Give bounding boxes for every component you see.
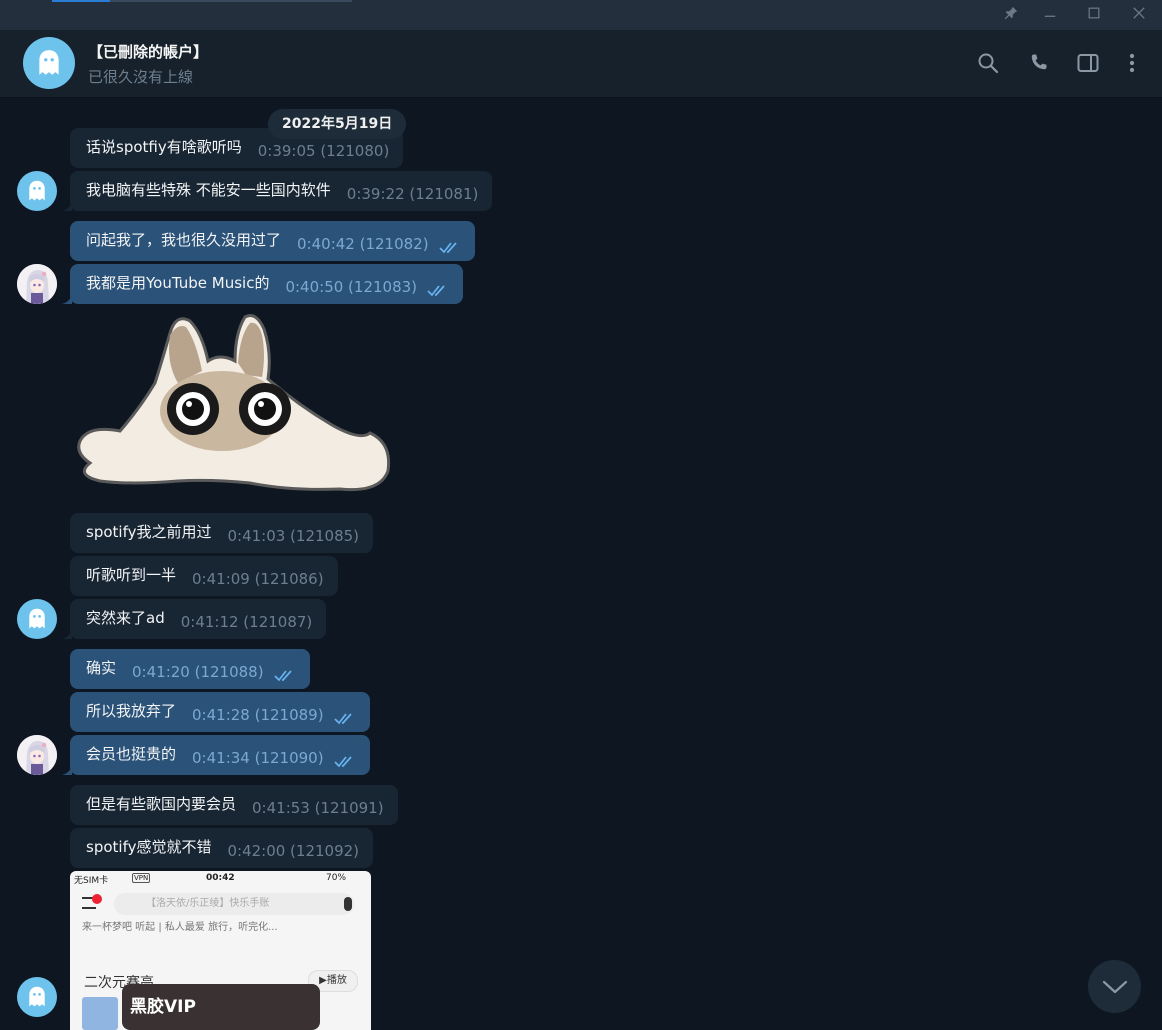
- message-text: spotify我之前用过: [86, 522, 212, 541]
- message-bubble[interactable]: 突然来了ad 0:41:12 (121087): [70, 599, 327, 639]
- chat-title[interactable]: 【已刪除的帳户】: [88, 41, 208, 62]
- bubble-tail: [62, 765, 72, 775]
- more-vertical-icon[interactable]: [1119, 50, 1145, 76]
- notification-badge: [92, 894, 102, 904]
- sidebar-toggle-icon[interactable]: [1075, 50, 1101, 76]
- my-avatar[interactable]: [17, 735, 57, 775]
- message-text: 但是有些歌国内要会员: [86, 794, 237, 813]
- message-text: 会员也挺贵的: [86, 744, 177, 763]
- message-timestamp: 0:41:20 (121088): [132, 663, 264, 681]
- message-bubble[interactable]: 所以我放弃了 0:41:28 (121089): [70, 692, 370, 732]
- message-timestamp: 0:41:53 (121091): [252, 799, 384, 817]
- message-timestamp: 0:41:09 (121086): [192, 570, 324, 588]
- message-bubble[interactable]: 听歌听到一半 0:41:09 (121086): [70, 556, 338, 596]
- message-timestamp: 0:41:03 (121085): [227, 527, 360, 545]
- anime-girl-avatar-icon: [17, 735, 57, 775]
- message-text: 所以我放弃了: [86, 701, 177, 720]
- message-text: 问起我了，我也很久没用过了: [86, 230, 282, 249]
- vip-banner: 黑胶VIP: [122, 984, 320, 1030]
- message-text: 话说spotfiy有啥歌听吗: [86, 137, 242, 156]
- message-bubble[interactable]: 我电脑有些特殊 不能安一些国内软件 0:39:22 (121081): [70, 171, 493, 211]
- message-bubble[interactable]: spotify感觉就不错 0:42:00 (121092): [70, 828, 374, 868]
- date-separator: 2022年5月19日: [268, 109, 407, 139]
- ghost-icon: [29, 986, 45, 1007]
- message-timestamp: 0:41:34 (121090): [192, 749, 324, 767]
- maximize-icon[interactable]: [1085, 6, 1103, 24]
- message-text: spotify感觉就不错: [86, 837, 212, 856]
- vpn-badge: VPN: [132, 873, 151, 883]
- phone-status-bar: 无SIM卡 VPN 00:42 70%: [70, 871, 371, 887]
- my-avatar[interactable]: [17, 264, 57, 304]
- microphone-icon: [344, 897, 352, 911]
- ghost-icon: [29, 608, 45, 629]
- phone-icon[interactable]: [1026, 50, 1052, 76]
- chevron-down-icon: [1102, 980, 1127, 993]
- bubble-tail: [62, 201, 72, 211]
- message-bubble[interactable]: 确实 0:41:20 (121088): [70, 649, 310, 689]
- ghost-icon: [29, 180, 45, 201]
- message-text: 突然来了ad: [86, 608, 165, 627]
- tab-strip: [52, 0, 352, 2]
- sender-avatar[interactable]: [17, 599, 57, 639]
- message-text: 我电脑有些特殊 不能安一些国内软件: [86, 180, 331, 199]
- message-bubble[interactable]: 但是有些歌国内要会员 0:41:53 (121091): [70, 785, 398, 825]
- message-timestamp: 0:42:00 (121092): [227, 842, 360, 860]
- last-seen-status: 已很久沒有上線: [88, 68, 194, 86]
- sender-avatar[interactable]: [17, 977, 57, 1017]
- message-text: 听歌听到一半: [86, 565, 177, 584]
- search-icon[interactable]: [975, 50, 1001, 76]
- read-checkmarks-icon: [438, 239, 461, 254]
- screenshot-image[interactable]: 无SIM卡 VPN 00:42 70% 【洛天依/乐正绫】快乐手账 来一杯梦吧 …: [70, 871, 371, 1030]
- message-timestamp: 0:39:05 (121080): [257, 142, 390, 160]
- message-timestamp: 0:39:22 (121081): [346, 185, 479, 203]
- phone-time: 00:42: [206, 873, 235, 883]
- message-bubble[interactable]: spotify我之前用过 0:41:03 (121085): [70, 513, 374, 553]
- message-bubble[interactable]: 会员也挺贵的 0:41:34 (121090): [70, 735, 370, 775]
- message-timestamp: 0:41:28 (121089): [192, 706, 324, 724]
- message-bubble[interactable]: 我都是用YouTube Music的 0:40:50 (121083): [70, 264, 464, 304]
- contact-avatar[interactable]: [23, 37, 75, 89]
- cat-blob-sticker-icon: [77, 314, 391, 492]
- minimize-icon[interactable]: [1041, 6, 1059, 24]
- pin-icon[interactable]: [1002, 6, 1020, 24]
- sender-avatar[interactable]: [17, 171, 57, 211]
- active-tab-indicator: [52, 0, 110, 2]
- read-checkmarks-icon: [333, 753, 356, 768]
- anime-girl-avatar-icon: [17, 264, 57, 304]
- window-titlebar: [0, 0, 1162, 30]
- cat-blob-sticker[interactable]: [70, 313, 392, 503]
- album-cover: [82, 997, 118, 1030]
- message-timestamp: 0:40:42 (121082): [297, 235, 429, 253]
- message-text: 确实: [86, 658, 117, 677]
- message-timestamp: 0:40:50 (121083): [285, 278, 418, 296]
- message-text: 我都是用YouTube Music的: [86, 273, 270, 292]
- read-checkmarks-icon: [273, 667, 296, 682]
- read-checkmarks-icon: [427, 282, 449, 297]
- message-timestamp: 0:41:12 (121087): [180, 613, 313, 631]
- close-icon[interactable]: [1130, 6, 1148, 24]
- phone-search-bar: 【洛天依/乐正绫】快乐手账: [114, 893, 354, 915]
- carrier-text: 无SIM卡: [74, 876, 109, 886]
- read-checkmarks-icon: [333, 710, 356, 725]
- ghost-icon: [39, 50, 59, 75]
- chat-header: 【已刪除的帳户】 已很久沒有上線: [0, 30, 1162, 98]
- battery-percent: 70%: [326, 873, 347, 883]
- bubble-tail: [62, 294, 72, 304]
- message-bubble[interactable]: 问起我了，我也很久没用过了 0:40:42 (121082): [70, 221, 475, 261]
- bubble-tail: [62, 629, 72, 639]
- scroll-to-bottom-button[interactable]: [1088, 960, 1141, 1013]
- playlist-row: 来一杯梦吧 听起 | 私人最爱 旅行，听完化...: [82, 922, 278, 933]
- vip-label: 黑胶VIP: [130, 997, 196, 1017]
